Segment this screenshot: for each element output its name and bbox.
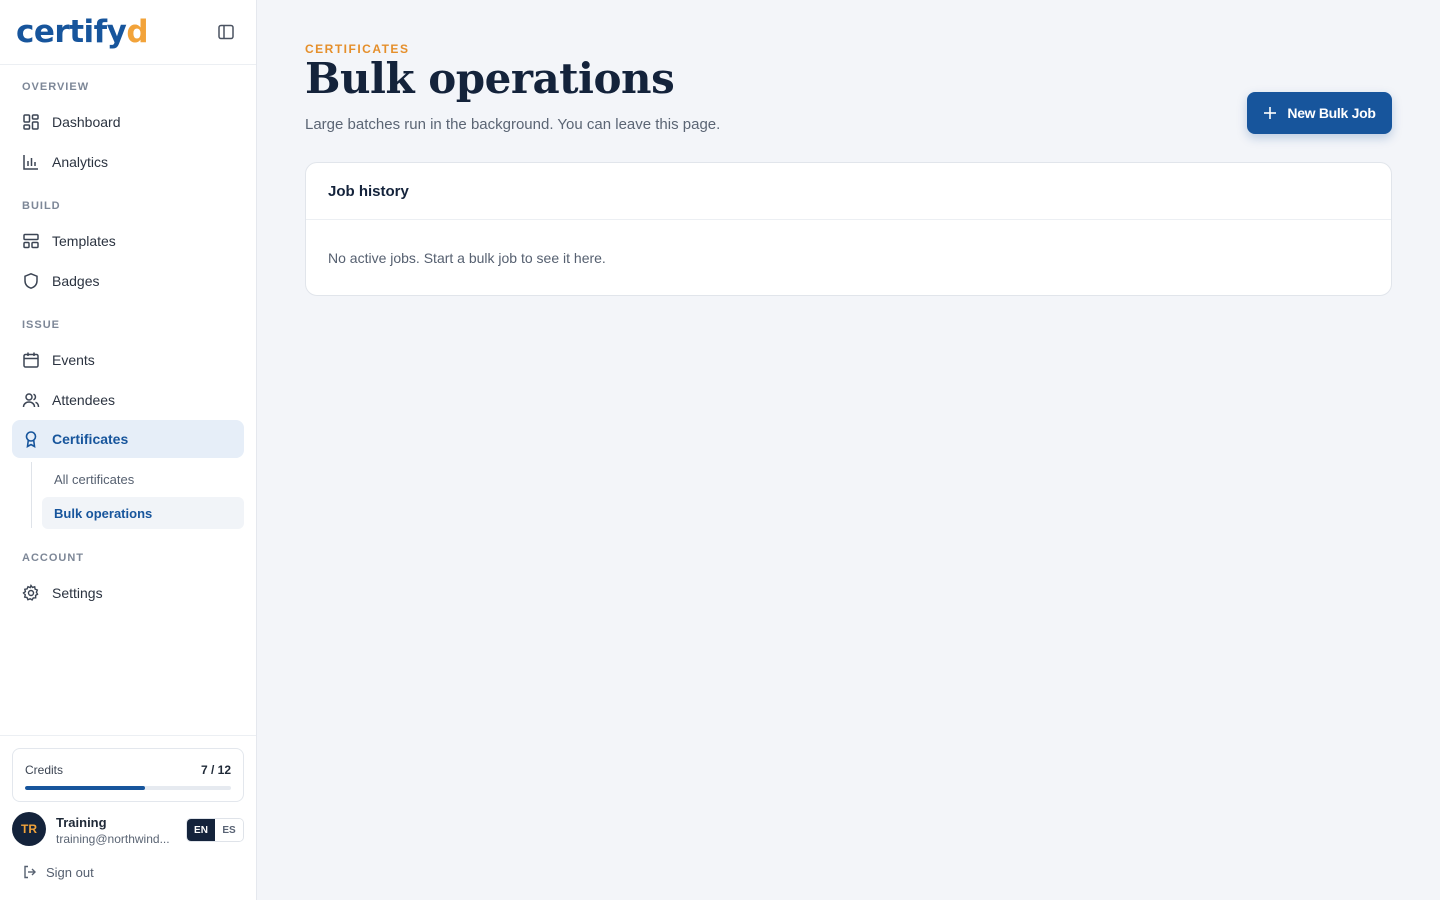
- sidebar-item-label: Badges: [52, 273, 100, 289]
- page-subtitle: Large batches run in the background. You…: [305, 116, 721, 133]
- logo-text: certify: [16, 14, 127, 50]
- sidebar-item-label: Analytics: [52, 154, 109, 170]
- job-history-title: Job history: [306, 163, 1391, 220]
- sidebar-item-label: Certificates: [52, 431, 129, 447]
- sign-out-label: Sign out: [46, 864, 94, 880]
- section-account: ACCOUNT: [22, 552, 84, 564]
- section-issue: ISSUE: [22, 319, 61, 331]
- sidebar-item-label: Attendees: [52, 392, 116, 408]
- collapse-sidebar-button[interactable]: [216, 22, 236, 42]
- logo-accent: d: [126, 14, 149, 50]
- sidebar-item-analytics[interactable]: Analytics: [12, 143, 244, 181]
- sidebar-item-label: Templates: [52, 233, 116, 249]
- gear-icon: [22, 584, 40, 602]
- language-es-button[interactable]: ES: [215, 819, 243, 841]
- page-title: Bulk operations: [305, 54, 675, 103]
- calendar-icon: [22, 351, 40, 369]
- credits-label: Credits: [25, 763, 64, 777]
- job-history-empty-message: No active jobs. Start a bulk job to see …: [328, 250, 606, 266]
- shield-icon: [22, 272, 40, 290]
- section-build: BUILD: [22, 200, 61, 212]
- sidebar-toggle-icon: [218, 24, 234, 40]
- subnav-divider: [31, 462, 32, 528]
- users-icon: [22, 391, 40, 409]
- language-en-button[interactable]: EN: [187, 819, 215, 841]
- credits-card: Credits 7 / 12: [12, 748, 244, 802]
- sidebar-item-certificates[interactable]: Certificates: [12, 420, 244, 458]
- new-bulk-job-label: New Bulk Job: [1287, 105, 1376, 121]
- plus-icon: [1264, 107, 1277, 119]
- award-icon: [22, 430, 40, 448]
- sidebar-item-dashboard[interactable]: Dashboard: [12, 103, 244, 141]
- job-history-card: Job history No active jobs. Start a bulk…: [305, 162, 1392, 296]
- sidebar-item-settings[interactable]: Settings: [12, 574, 244, 612]
- sidebar-item-badges[interactable]: Badges: [12, 262, 244, 300]
- credits-progress-fill: [25, 786, 146, 790]
- brand-bar: certifyd: [0, 0, 256, 65]
- sidebar-item-attendees[interactable]: Attendees: [12, 381, 244, 419]
- sidebar-item-templates[interactable]: Templates: [12, 222, 244, 260]
- credits-value: 7 / 12: [200, 763, 231, 777]
- subnav-item-bulk-operations[interactable]: Bulk operations: [42, 497, 244, 529]
- sidebar-item-label: Settings: [52, 585, 103, 601]
- section-overview: OVERVIEW: [22, 81, 90, 93]
- new-bulk-job-button[interactable]: New Bulk Job: [1247, 92, 1392, 134]
- user-name: Training: [56, 815, 107, 830]
- certifyd-logo[interactable]: certifyd: [16, 14, 149, 50]
- sidebar-item-label: Dashboard: [52, 114, 121, 130]
- language-switcher: EN ES: [186, 818, 244, 842]
- sidebar: certifyd OVERVIEW Dashboard Analytics BU…: [0, 0, 257, 900]
- layout-icon: [22, 232, 40, 250]
- user-profile: TR Training training@northwind... EN ES: [12, 812, 244, 848]
- bar-chart-icon: [22, 153, 40, 171]
- sidebar-item-events[interactable]: Events: [12, 341, 244, 379]
- credits-progress-track: [25, 786, 231, 790]
- sign-out-button[interactable]: Sign out: [22, 864, 94, 880]
- dashboard-icon: [22, 113, 40, 131]
- avatar[interactable]: TR: [12, 812, 46, 846]
- sidebar-item-label: Events: [52, 352, 95, 368]
- log-out-icon: [22, 864, 38, 880]
- subnav-item-all-certificates[interactable]: All certificates: [42, 463, 244, 495]
- user-email: training@northwind...: [56, 832, 170, 846]
